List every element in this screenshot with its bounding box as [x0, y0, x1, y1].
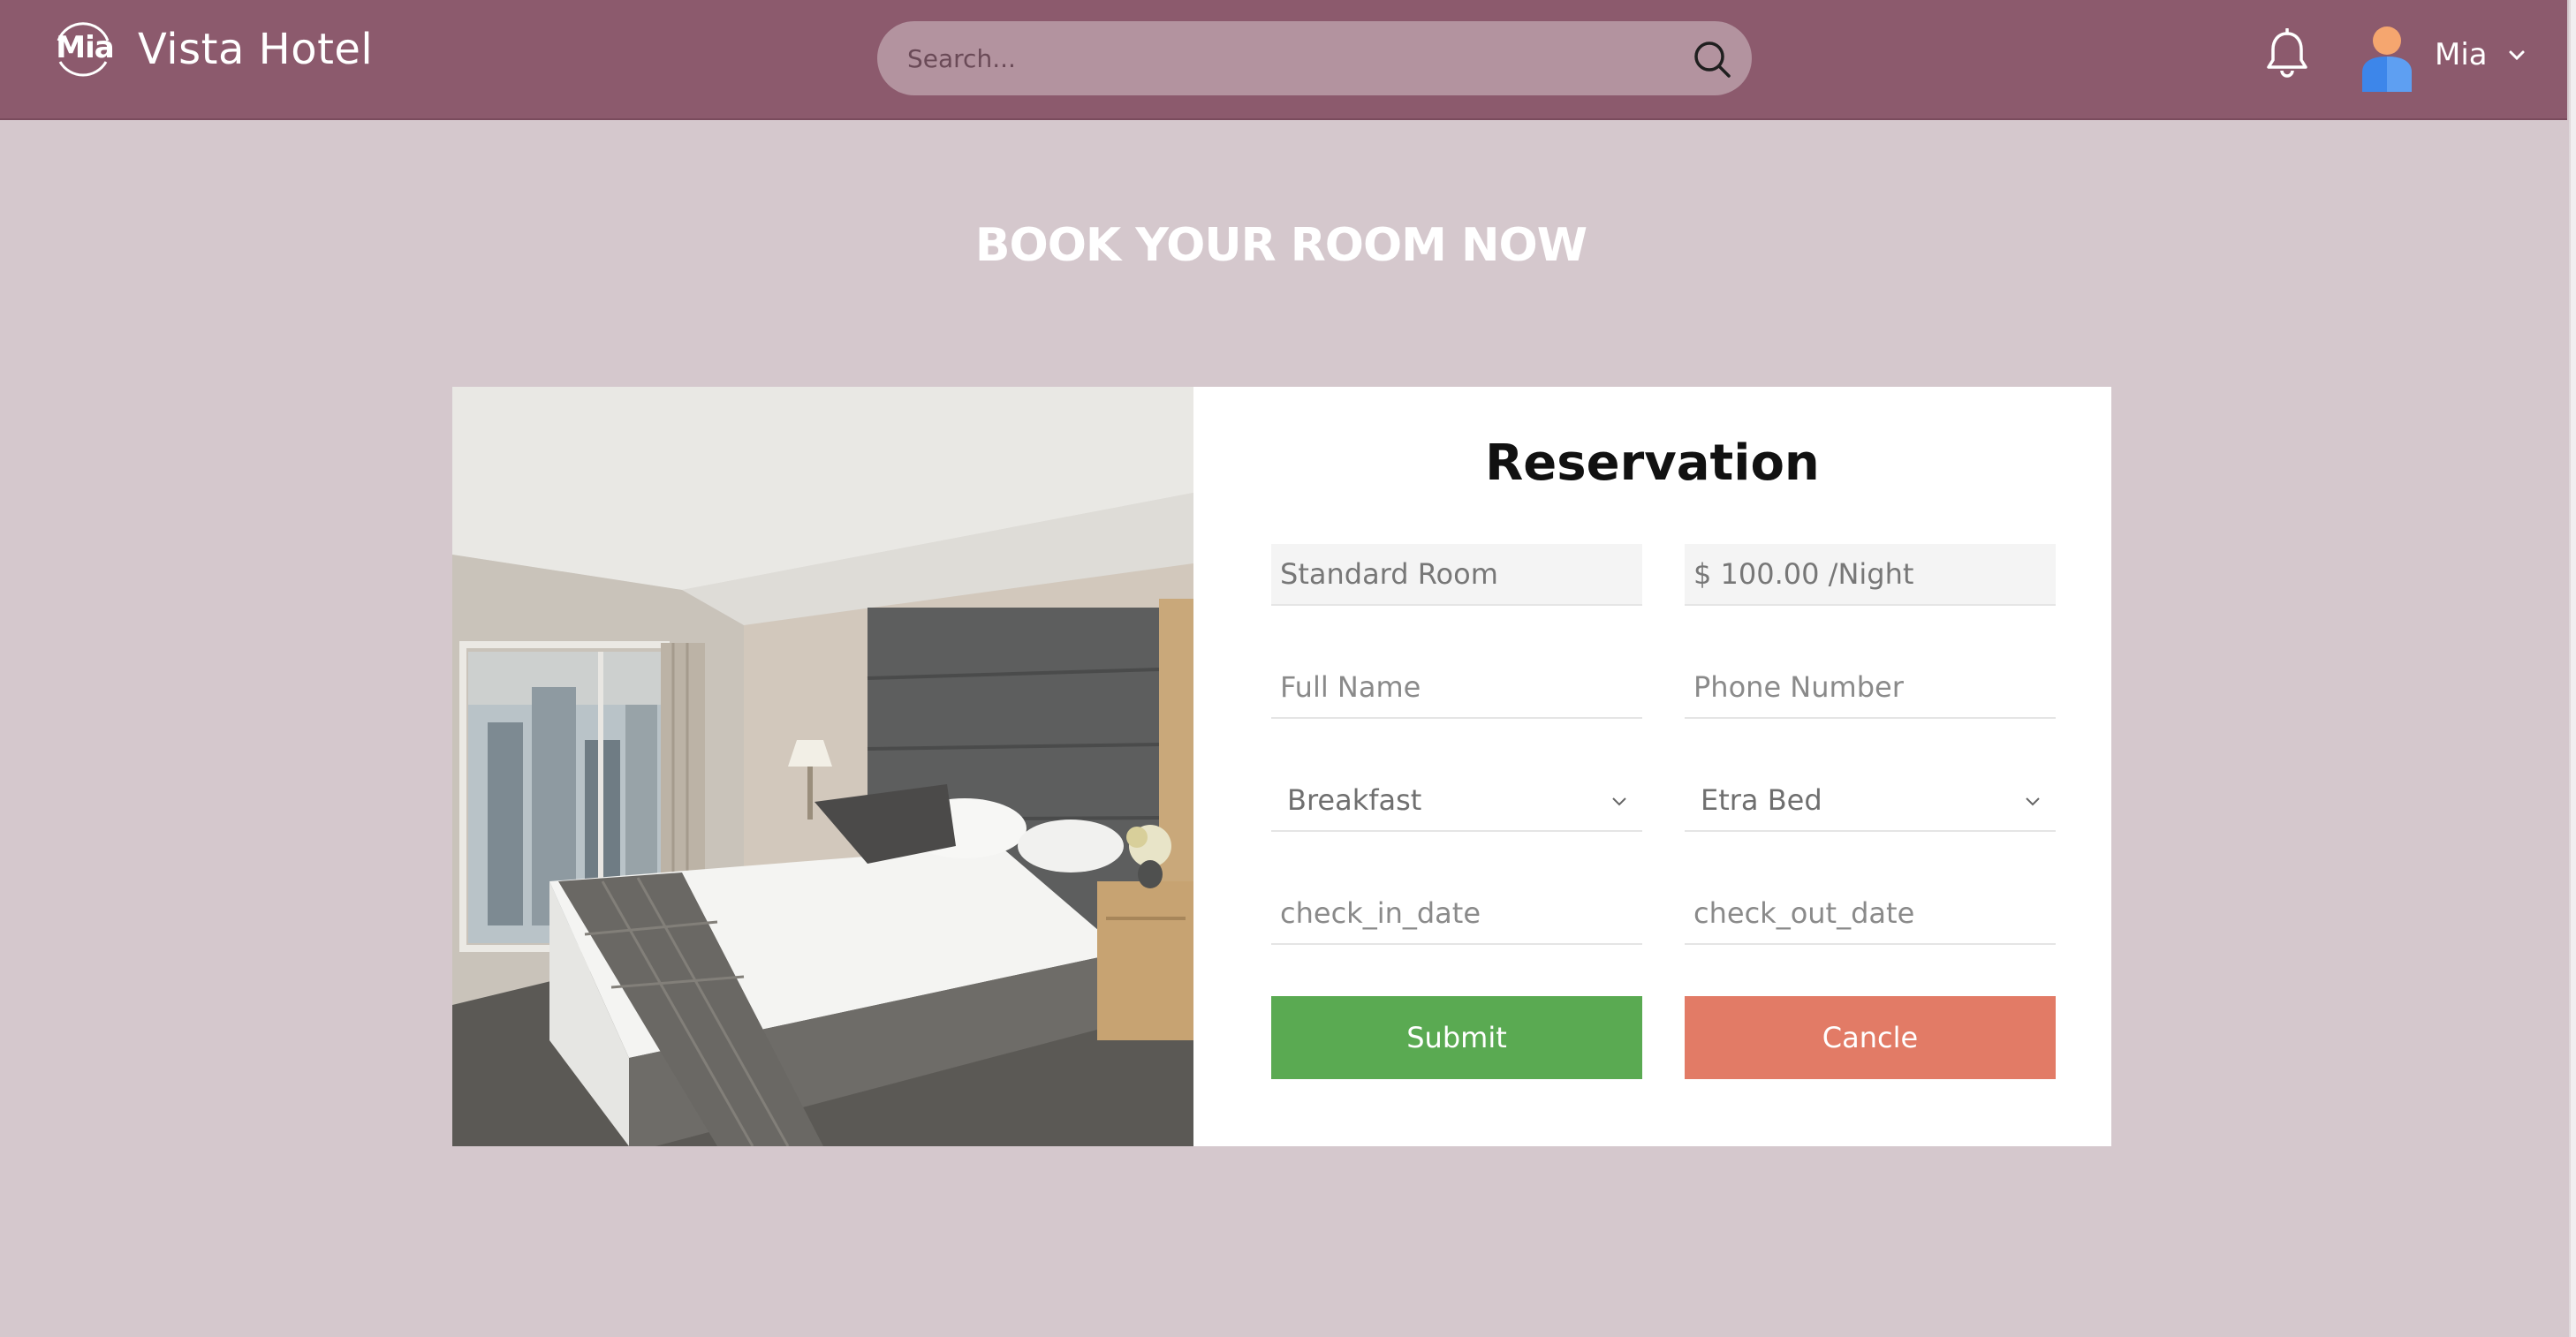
- extra-bed-select-value: Etra Bed: [1701, 783, 1822, 817]
- submit-button[interactable]: Submit: [1271, 996, 1642, 1079]
- search-input[interactable]: [907, 21, 1667, 95]
- logo-text: Mia: [56, 30, 114, 65]
- logo-icon: Mia: [48, 14, 118, 85]
- full-name-field: [1271, 657, 1642, 719]
- full-name-input[interactable]: [1271, 657, 1642, 717]
- bell-icon[interactable]: [2264, 28, 2310, 79]
- chevron-down-icon: [2026, 797, 2040, 806]
- brand[interactable]: Mia Vista Hotel: [48, 14, 373, 85]
- scrollbar[interactable]: [2569, 0, 2576, 1337]
- check-out-field: [1685, 883, 2056, 945]
- check-in-input[interactable]: [1271, 883, 1642, 943]
- phone-field: [1685, 657, 2056, 719]
- reservation-form: Reservation Breakfast Etra Bed: [1193, 387, 2111, 1146]
- search-icon[interactable]: [1692, 39, 1732, 79]
- brand-name: Vista Hotel: [138, 25, 374, 74]
- breakfast-select-value: Breakfast: [1287, 783, 1422, 817]
- extra-bed-select[interactable]: Etra Bed: [1685, 770, 2056, 832]
- price-input: [1685, 544, 2056, 604]
- phone-input[interactable]: [1685, 657, 2056, 717]
- reservation-card: Reservation Breakfast Etra Bed: [452, 387, 2111, 1146]
- check-in-field: [1271, 883, 1642, 945]
- user-avatar-icon[interactable]: [2359, 25, 2415, 92]
- room-type-field: [1271, 544, 1642, 606]
- check-out-input[interactable]: [1685, 883, 2056, 943]
- price-field: [1685, 544, 2056, 606]
- room-type-input: [1271, 544, 1642, 604]
- room-photo: [452, 387, 1193, 1146]
- search-bar: [877, 21, 1752, 95]
- top-navbar: Mia Vista Hotel Mia: [0, 0, 2567, 120]
- chevron-down-icon: [1612, 797, 1626, 806]
- breakfast-select[interactable]: Breakfast: [1271, 770, 1642, 832]
- chevron-down-icon[interactable]: [2507, 49, 2527, 62]
- form-title: Reservation: [1485, 434, 1820, 492]
- page-headline: BOOK YOUR ROOM NOW: [974, 219, 1587, 272]
- user-name[interactable]: Mia: [2435, 37, 2488, 72]
- page: Mia Vista Hotel Mia BOOK YOUR ROOM NOW: [0, 0, 2576, 1337]
- cancel-button[interactable]: Cancle: [1685, 996, 2056, 1079]
